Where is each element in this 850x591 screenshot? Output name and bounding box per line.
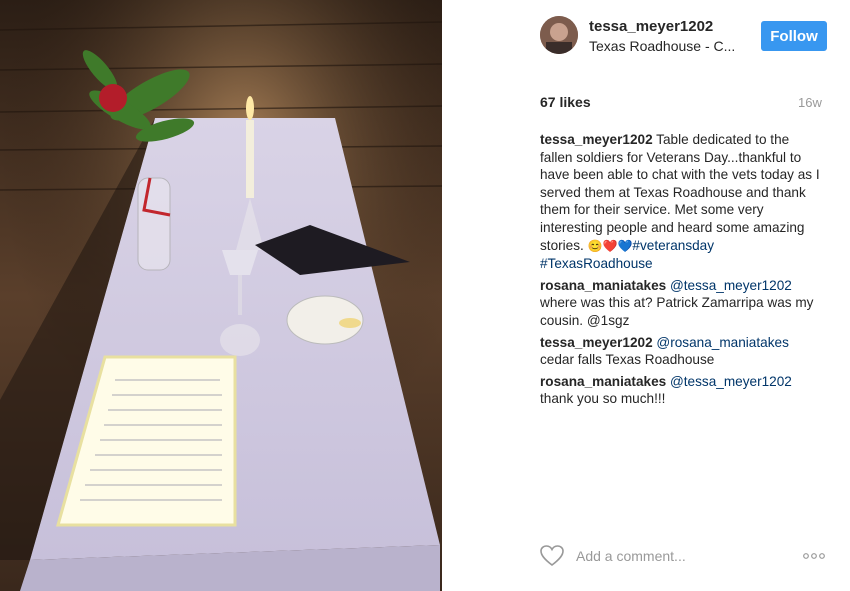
comment-list: tessa_meyer1202 Table dedicated to the f… (540, 131, 820, 412)
caption: tessa_meyer1202 Table dedicated to the f… (540, 131, 820, 273)
post-photo (0, 0, 442, 591)
avatar-image (540, 16, 578, 54)
comment-mention[interactable]: @tessa_meyer1202 (670, 374, 792, 389)
comment-text: where was this at? Patrick Zamarripa was… (540, 295, 814, 328)
comment-text: thank you so much!!! (540, 391, 666, 407)
post-username[interactable]: tessa_meyer1202 (589, 18, 713, 35)
more-options-icon[interactable] (800, 545, 828, 567)
hashtag-texasroadhouse[interactable]: #TexasRoadhouse (540, 256, 653, 271)
post-age[interactable]: 16w (798, 95, 822, 110)
hashtag-veteransday[interactable]: #veteransday (632, 238, 714, 253)
comment-item: tessa_meyer1202 @rosana_maniatakes cedar… (540, 334, 820, 369)
comment-text: cedar falls Texas Roadhouse (540, 352, 715, 368)
caption-text: Table dedicated to the fallen soldiers f… (540, 132, 820, 253)
comment-item: rosana_maniatakes @tessa_meyer1202 thank… (540, 373, 820, 408)
heart-icon[interactable] (540, 545, 564, 567)
comment-mention[interactable]: @tessa_meyer1202 (670, 278, 792, 293)
comment-mention[interactable]: @rosana_maniatakes (656, 335, 788, 350)
comment-username[interactable]: tessa_meyer1202 (540, 335, 653, 350)
caption-username[interactable]: tessa_meyer1202 (540, 132, 653, 147)
caption-emoji: 😊❤️💙 (587, 238, 633, 253)
comment-footer: Add a comment... (540, 543, 840, 571)
comment-username[interactable]: rosana_maniatakes (540, 278, 666, 293)
likes-count[interactable]: 67 likes (540, 94, 591, 110)
add-comment-input[interactable]: Add a comment... (576, 548, 686, 564)
comment-item: rosana_maniatakes @tessa_meyer1202 where… (540, 277, 820, 330)
post-sidebar: tessa_meyer1202 Texas Roadhouse - C... F… (442, 0, 850, 591)
avatar[interactable] (540, 16, 578, 54)
follow-button[interactable]: Follow (761, 21, 827, 51)
comment-username[interactable]: rosana_maniatakes (540, 374, 666, 389)
post-location[interactable]: Texas Roadhouse - C... (589, 38, 735, 54)
